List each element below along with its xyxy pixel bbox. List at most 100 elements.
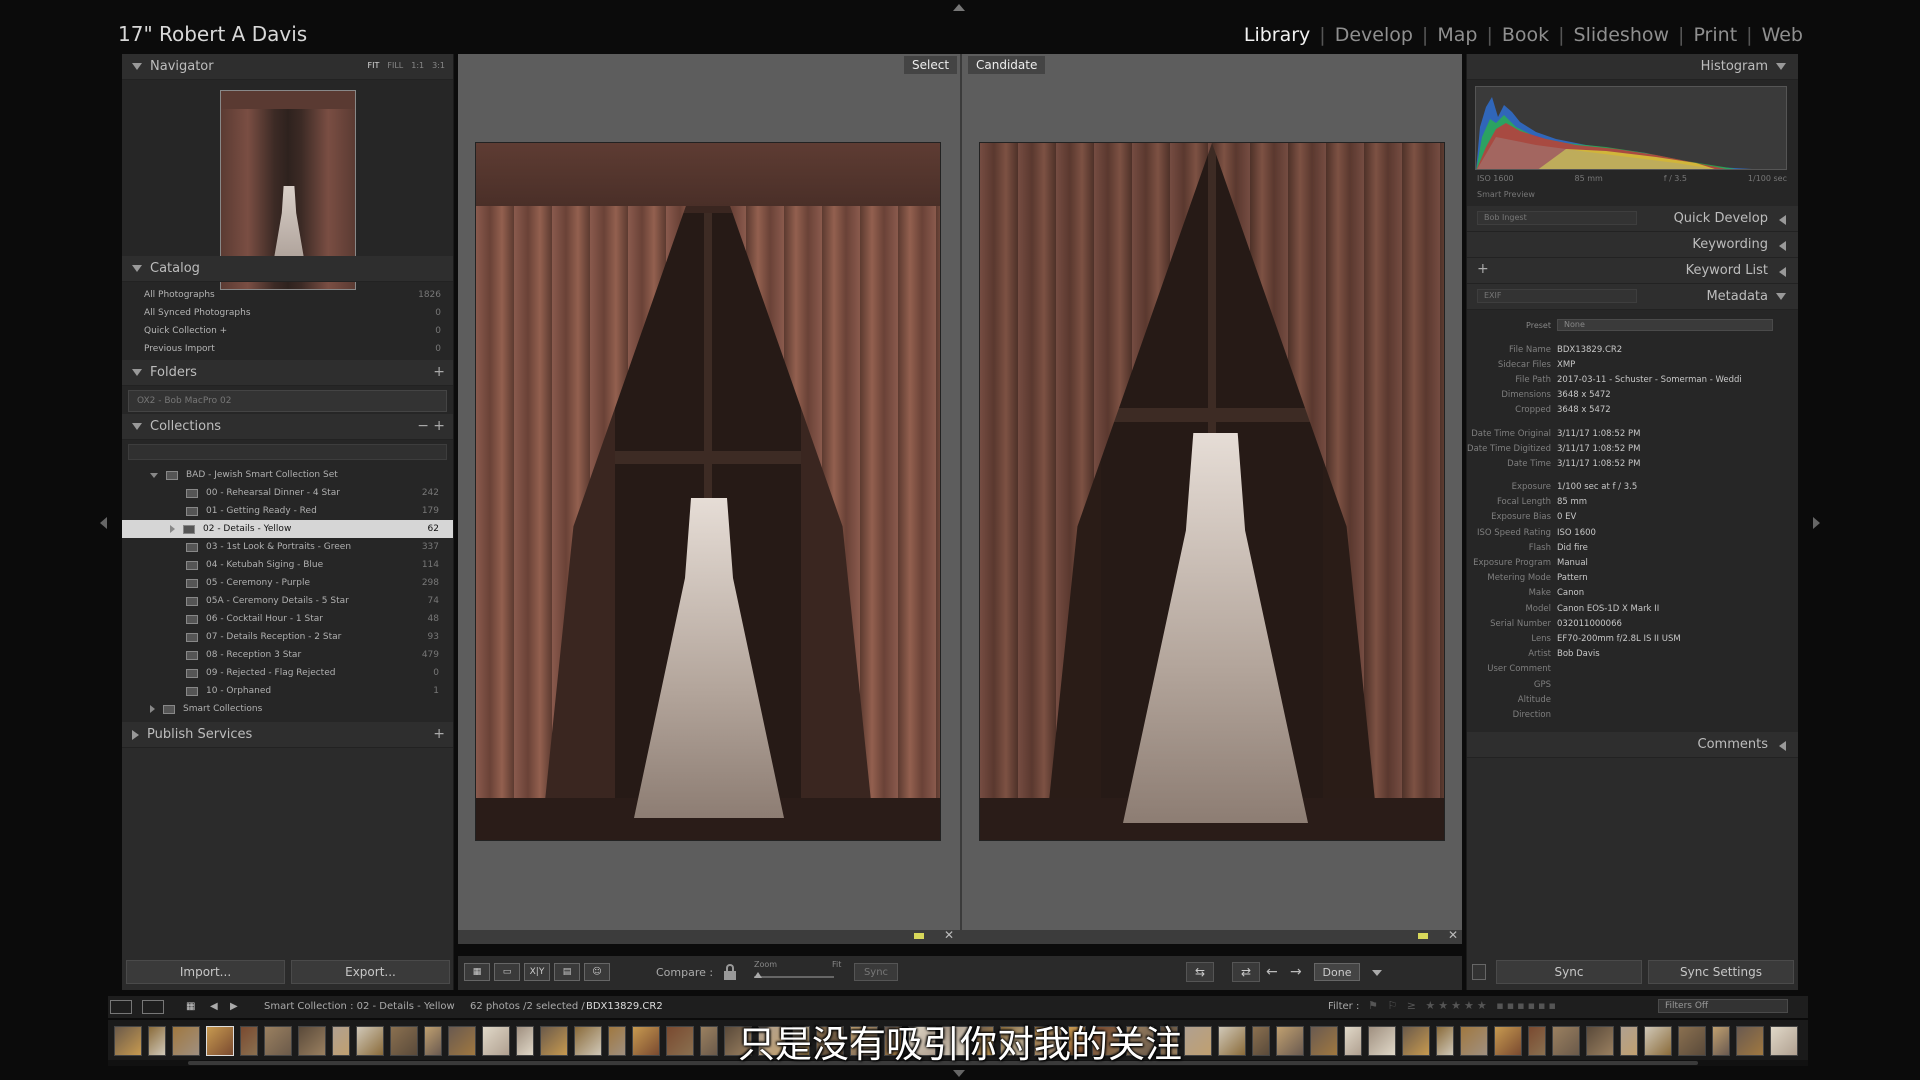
metadata-value[interactable]: Canon EOS-1D X Mark II bbox=[1557, 604, 1763, 614]
done-button[interactable]: Done bbox=[1314, 963, 1360, 981]
metadata-value[interactable]: Manual bbox=[1557, 558, 1763, 568]
import-button[interactable]: Import... bbox=[126, 960, 285, 984]
publish-services-header[interactable]: Publish Services + bbox=[122, 722, 453, 748]
preset-select[interactable]: None bbox=[1557, 319, 1773, 331]
folder-volume[interactable]: OX2 - Bob MacPro 02 bbox=[128, 390, 447, 412]
metadata-value[interactable]: 3/11/17 1:08:52 PM bbox=[1557, 444, 1763, 454]
catalog-item[interactable]: Quick Collection + 0 bbox=[122, 322, 453, 340]
metadata-value[interactable]: 85 mm bbox=[1557, 497, 1763, 507]
right-panel-toggle-icon[interactable] bbox=[1813, 517, 1820, 529]
module-web[interactable]: Web bbox=[1753, 24, 1812, 46]
module-develop[interactable]: Develop bbox=[1326, 24, 1422, 46]
metadata-value[interactable]: 3/11/17 1:08:52 PM bbox=[1557, 429, 1763, 439]
zoom-1-1[interactable]: 1:1 bbox=[411, 61, 424, 70]
collection-item[interactable]: 04 - Ketubah Siging - Blue 114 bbox=[122, 556, 453, 574]
metadata-value[interactable]: BDX13829.CR2 bbox=[1557, 345, 1763, 355]
metadata-value[interactable]: Pattern bbox=[1557, 573, 1763, 583]
metadata-value[interactable]: 3/11/17 1:08:52 PM bbox=[1557, 459, 1763, 469]
add-keyword-button[interactable]: + bbox=[1477, 261, 1489, 277]
collection-item[interactable]: 03 - 1st Look & Portraits - Green 337 bbox=[122, 538, 453, 556]
collection-item[interactable]: 02 - Details - Yellow 62 bbox=[122, 520, 453, 538]
filter-preset-select[interactable]: Filters Off bbox=[1658, 999, 1788, 1013]
collection-set[interactable]: BAD - Jewish Smart Collection Set bbox=[122, 466, 453, 484]
module-map[interactable]: Map bbox=[1428, 24, 1486, 46]
collection-item[interactable]: 05A - Ceremony Details - 5 Star 74 bbox=[122, 592, 453, 610]
collection-item[interactable]: 09 - Rejected - Flag Rejected 0 bbox=[122, 664, 453, 682]
color-label-icon[interactable] bbox=[914, 933, 924, 939]
quick-develop-preset-select[interactable]: Bob Ingest bbox=[1477, 211, 1637, 225]
sync-settings-button[interactable]: Sync Settings bbox=[1648, 960, 1794, 984]
metadata-value[interactable]: 032011000066 bbox=[1557, 619, 1763, 629]
previous-photo-icon[interactable]: ← bbox=[1266, 964, 1278, 980]
metadata-value[interactable]: 3648 x 5472 bbox=[1557, 405, 1763, 415]
next-photo-icon[interactable]: → bbox=[1290, 964, 1302, 980]
remove-collection-button[interactable]: − bbox=[417, 418, 429, 434]
grid-icon[interactable]: ▦ bbox=[186, 1001, 195, 1012]
histogram-graph[interactable] bbox=[1475, 86, 1787, 170]
metadata-value[interactable]: ISO 1600 bbox=[1557, 528, 1763, 538]
quick-develop-header[interactable]: Bob Ingest Quick Develop bbox=[1467, 206, 1798, 232]
navigator-preview[interactable] bbox=[122, 80, 453, 290]
toolbar-menu-icon[interactable] bbox=[1372, 970, 1382, 976]
metadata-value[interactable]: EF70-200mm f/2.8L IS II USM bbox=[1557, 634, 1763, 644]
filter-rating-stars[interactable]: ⚑ ⚐ ≥ ★★★★★ ▪▪▪▪▪▪ bbox=[1368, 999, 1559, 1012]
metadata-value[interactable]: Bob Davis bbox=[1557, 649, 1763, 659]
catalog-item[interactable]: Previous Import 0 bbox=[122, 340, 453, 358]
zoom-fill[interactable]: FILL bbox=[387, 61, 403, 70]
close-icon[interactable]: ✕ bbox=[1448, 928, 1458, 942]
zoom-3-1[interactable]: 3:1 bbox=[432, 61, 445, 70]
back-arrow-icon[interactable]: ◀ bbox=[210, 1001, 218, 1012]
expand-triangle-icon[interactable] bbox=[150, 472, 158, 478]
metadata-view-select[interactable]: EXIF bbox=[1477, 289, 1637, 303]
sync-zoom-button[interactable]: Sync bbox=[854, 963, 898, 981]
second-window-icon[interactable] bbox=[142, 1000, 164, 1014]
loupe-view-icon[interactable]: ▭ bbox=[494, 963, 520, 981]
metadata-value[interactable]: 2017-03-11 - Schuster - Somerman - Weddi bbox=[1557, 375, 1763, 385]
forward-arrow-icon[interactable]: ▶ bbox=[230, 1001, 238, 1012]
folders-header[interactable]: Folders + bbox=[122, 360, 453, 386]
metadata-value[interactable]: Canon bbox=[1557, 588, 1763, 598]
collection-item[interactable]: 00 - Rehearsal Dinner - 4 Star 242 bbox=[122, 484, 453, 502]
lock-icon[interactable] bbox=[724, 964, 736, 980]
add-folder-button[interactable]: + bbox=[433, 364, 445, 380]
bottom-panel-toggle-icon[interactable] bbox=[953, 1070, 965, 1077]
smart-collections-folder[interactable]: Smart Collections bbox=[122, 700, 453, 718]
people-view-icon[interactable]: ☺ bbox=[584, 963, 610, 981]
collection-filter-field[interactable] bbox=[128, 444, 447, 460]
candidate-photo[interactable] bbox=[979, 142, 1445, 841]
module-book[interactable]: Book bbox=[1493, 24, 1558, 46]
histogram-header[interactable]: Histogram bbox=[1467, 54, 1798, 80]
catalog-item[interactable]: All Photographs 1826 bbox=[122, 286, 453, 304]
module-library[interactable]: Library bbox=[1235, 24, 1319, 46]
catalog-header[interactable]: Catalog bbox=[122, 256, 453, 282]
zoom-slider-knob[interactable] bbox=[754, 972, 762, 978]
top-panel-toggle-icon[interactable] bbox=[953, 4, 965, 11]
add-collection-button[interactable]: + bbox=[433, 418, 445, 434]
collection-item[interactable]: 07 - Details Reception - 2 Star 93 bbox=[122, 628, 453, 646]
survey-view-icon[interactable]: ▤ bbox=[554, 963, 580, 981]
swap-icon[interactable]: ⇄ bbox=[1232, 962, 1260, 982]
collection-item[interactable]: 10 - Orphaned 1 bbox=[122, 682, 453, 700]
zoom-fit[interactable]: FIT bbox=[368, 61, 380, 70]
collections-header[interactable]: Collections − + bbox=[122, 414, 453, 440]
metadata-header[interactable]: EXIF Metadata bbox=[1467, 284, 1798, 310]
metadata-value[interactable]: 1/100 sec at f / 3.5 bbox=[1557, 482, 1763, 492]
color-label-icon[interactable] bbox=[1418, 933, 1428, 939]
sync-button[interactable]: Sync bbox=[1496, 960, 1642, 984]
export-button[interactable]: Export... bbox=[291, 960, 450, 984]
metadata-value[interactable]: Did fire bbox=[1557, 543, 1763, 553]
keyword-list-header[interactable]: + Keyword List bbox=[1467, 258, 1798, 284]
make-select-icon[interactable]: ⇆ bbox=[1186, 962, 1214, 982]
metadata-value[interactable]: 0 EV bbox=[1557, 512, 1763, 522]
collection-item[interactable]: 08 - Reception 3 Star 479 bbox=[122, 646, 453, 664]
collection-item[interactable]: 06 - Cocktail Hour - 1 Star 48 bbox=[122, 610, 453, 628]
current-filename[interactable]: BDX13829.CR2 bbox=[586, 1001, 663, 1012]
module-slideshow[interactable]: Slideshow bbox=[1565, 24, 1678, 46]
close-icon[interactable]: ✕ bbox=[944, 928, 954, 942]
comments-header[interactable]: Comments bbox=[1467, 732, 1798, 758]
module-print[interactable]: Print bbox=[1684, 24, 1746, 46]
expand-triangle-icon[interactable] bbox=[170, 525, 175, 533]
grid-view-icon[interactable]: ▦ bbox=[464, 963, 490, 981]
add-publish-service-button[interactable]: + bbox=[433, 726, 445, 742]
expand-triangle-icon[interactable] bbox=[150, 705, 155, 713]
